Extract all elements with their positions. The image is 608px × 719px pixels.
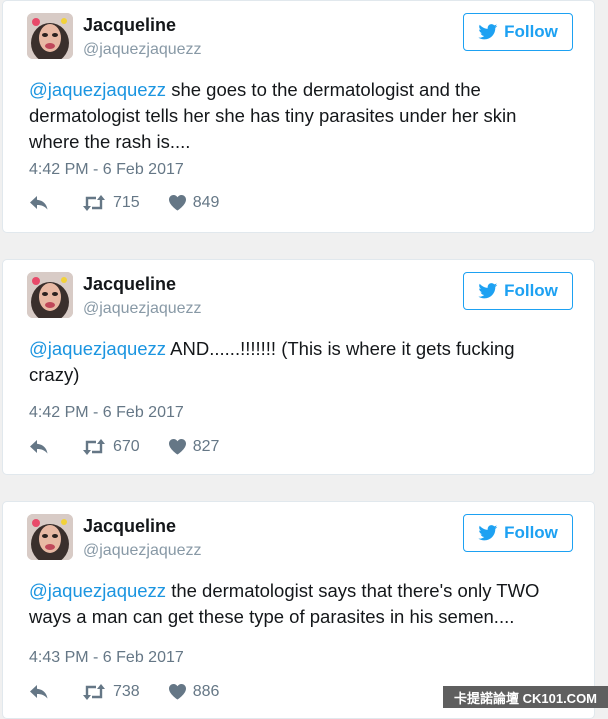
display-name[interactable]: Jacqueline: [83, 15, 176, 36]
like-count: 827: [192, 438, 220, 455]
mention-link[interactable]: @jaquezjaquezz: [29, 338, 166, 359]
follow-label: Follow: [504, 523, 558, 542]
heart-icon: [168, 439, 186, 455]
reply-button[interactable]: [29, 439, 51, 455]
tweet-card: Jacqueline @jaquezjaquezz Follow @jaquez…: [2, 259, 595, 475]
display-name[interactable]: Jacqueline: [83, 516, 176, 537]
follow-label: Follow: [504, 281, 558, 300]
follow-button[interactable]: Follow: [463, 13, 573, 51]
follow-button[interactable]: Follow: [463, 272, 573, 310]
avatar[interactable]: [27, 13, 73, 59]
tweet-text: @jaquezjaquezz AND......!!!!!!! (This is…: [29, 336, 569, 388]
tweet-actions: 715 849: [29, 194, 219, 212]
tweet-actions: 670 827: [29, 438, 219, 456]
timestamp[interactable]: 4:42 PM - 6 Feb 2017: [29, 161, 184, 179]
mention-link[interactable]: @jaquezjaquezz: [29, 580, 166, 601]
user-handle[interactable]: @jaquezjaquezz: [83, 542, 202, 560]
tweet-text: @jaquezjaquezz the dermatologist says th…: [29, 578, 569, 630]
retweet-icon: [82, 684, 106, 700]
display-name[interactable]: Jacqueline: [83, 274, 176, 295]
avatar[interactable]: [27, 514, 73, 560]
retweet-icon: [82, 439, 106, 455]
twitter-bird-icon: [478, 283, 498, 299]
mention-link[interactable]: @jaquezjaquezz: [29, 79, 166, 100]
reply-arrow-icon: [29, 195, 49, 211]
tweet-text: @jaquezjaquezz she goes to the dermatolo…: [29, 77, 569, 155]
retweet-icon: [82, 195, 106, 211]
retweet-button[interactable]: 738: [75, 683, 140, 701]
twitter-bird-icon: [478, 24, 498, 40]
retweet-count: 715: [113, 194, 140, 211]
watermark: 卡提諾論壇 CK101.COM: [443, 686, 608, 708]
reply-button[interactable]: [29, 684, 51, 700]
retweet-button[interactable]: 715: [75, 194, 140, 212]
tweet-actions: 738 886: [29, 683, 219, 701]
like-button[interactable]: 886: [162, 683, 220, 701]
like-button[interactable]: 827: [162, 438, 220, 456]
heart-icon: [168, 195, 186, 211]
heart-icon: [168, 684, 186, 700]
reply-arrow-icon: [29, 684, 49, 700]
user-handle[interactable]: @jaquezjaquezz: [83, 300, 202, 318]
like-button[interactable]: 849: [162, 194, 220, 212]
follow-button[interactable]: Follow: [463, 514, 573, 552]
follow-label: Follow: [504, 22, 558, 41]
like-count: 886: [192, 683, 220, 700]
like-count: 849: [192, 194, 220, 211]
reply-arrow-icon: [29, 439, 49, 455]
tweet-card: Jacqueline @jaquezjaquezz Follow @jaquez…: [2, 0, 595, 233]
timestamp[interactable]: 4:43 PM - 6 Feb 2017: [29, 649, 184, 667]
retweet-count: 738: [113, 683, 140, 700]
retweet-button[interactable]: 670: [75, 438, 140, 456]
retweet-count: 670: [113, 438, 140, 455]
reply-button[interactable]: [29, 195, 51, 211]
timestamp[interactable]: 4:42 PM - 6 Feb 2017: [29, 404, 184, 422]
twitter-bird-icon: [478, 525, 498, 541]
avatar[interactable]: [27, 272, 73, 318]
user-handle[interactable]: @jaquezjaquezz: [83, 41, 202, 59]
